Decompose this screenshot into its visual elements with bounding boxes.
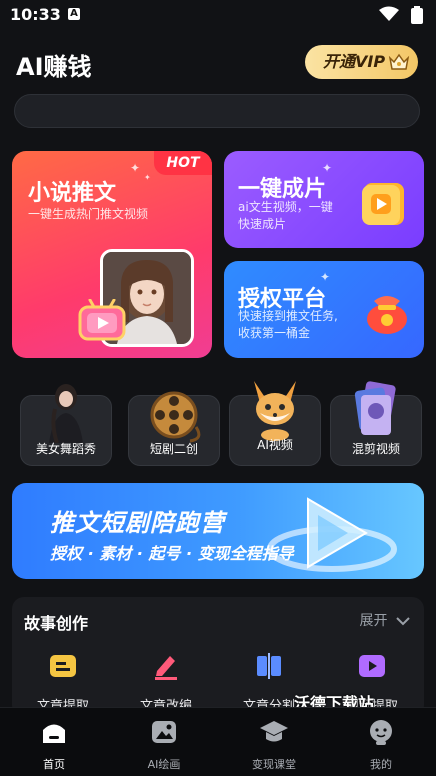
crown-icon	[388, 53, 410, 70]
novel-promo-card[interactable]: HOT ✦ ✦ 小说推文 一键生成热门推文视频	[12, 151, 212, 358]
tab-label: 变现课堂	[252, 758, 296, 771]
tab-monetize-class[interactable]: 变现课堂	[234, 718, 314, 772]
story-section-title: 故事创作	[24, 614, 89, 633]
subtitle-line: 快速接到推文任务,	[238, 309, 338, 323]
tab-label: 我的	[370, 758, 392, 771]
novel-card-title: 小说推文	[28, 181, 117, 206]
one-click-video-card[interactable]: ✦ 一键成片 ai文生视频，一键 快速成片	[224, 151, 424, 248]
subtitle-line: 快速成片	[238, 217, 287, 231]
wifi-icon	[379, 6, 399, 21]
banner-title: 推文短剧陪跑营	[50, 509, 225, 537]
tab-home[interactable]: 首页	[14, 718, 94, 772]
search-bar[interactable]	[14, 94, 420, 128]
home-icon	[43, 724, 65, 743]
article-extract-icon	[50, 655, 76, 677]
graduation-cap-icon	[260, 721, 288, 742]
auth-card-subtitle: 快速接到推文任务, 收获第一桶金	[238, 308, 338, 342]
tab-profile[interactable]: 我的	[341, 718, 421, 772]
tab-ai-painting[interactable]: AI绘画	[124, 718, 204, 772]
tile-drama-remix[interactable]: 短剧二创	[128, 391, 220, 466]
fox-mascot-icon	[254, 381, 296, 441]
tile-label: 混剪视频	[351, 442, 400, 456]
one-click-card-subtitle: ai文生视频，一键 快速成片	[238, 199, 333, 233]
dancer-image	[49, 384, 83, 443]
subtitle-line: 收获第一桶金	[238, 326, 311, 340]
tool-article-extract[interactable]: 文章提取	[13, 651, 113, 714]
hot-badge: HOT	[154, 151, 212, 175]
status-time: 10:33	[10, 5, 61, 24]
image-icon	[152, 721, 176, 743]
film-reel-icon	[150, 391, 201, 443]
photo-stack-icon	[354, 381, 396, 435]
split-icon	[257, 653, 281, 679]
tool-article-adapt[interactable]: 文章改编	[116, 651, 216, 714]
status-bar: 10:33 A	[0, 0, 436, 30]
subtitle-line: ai文生视频，一键	[238, 200, 333, 214]
pencil-edit-icon	[155, 656, 177, 680]
user-icon	[370, 720, 392, 745]
tile-mix-video[interactable]: 混剪视频	[330, 381, 422, 466]
notification-icon: A	[68, 8, 80, 20]
battery-icon	[411, 6, 423, 24]
vip-button[interactable]: 开通VIP	[305, 45, 418, 79]
banner-subtitle: 授权 · 素材 · 起号 · 变现全程指导	[50, 544, 294, 563]
tv-play-icon	[78, 299, 126, 341]
vip-button-label: 开通VIP	[323, 52, 386, 71]
film-play-icon	[362, 183, 404, 225]
novel-card-subtitle: 一键生成热门推文视频	[28, 207, 149, 221]
tile-ai-video[interactable]: AI视频	[229, 381, 321, 466]
sparkle-icon: ✦	[130, 161, 141, 175]
sparkle-icon: ✦	[144, 173, 151, 182]
bottom-tab-bar: 首页 AI绘画 变现课堂 我的	[0, 707, 436, 776]
tab-label: 首页	[43, 758, 65, 771]
app-title: AI赚钱	[16, 53, 92, 81]
video-play-icon	[359, 655, 385, 677]
tile-label: 短剧二创	[149, 442, 198, 456]
expand-button[interactable]: 展开	[360, 610, 410, 630]
chevron-down-icon	[396, 617, 410, 626]
training-camp-banner[interactable]: 推文短剧陪跑营 授权 · 素材 · 起号 · 变现全程指导	[12, 483, 424, 579]
lucky-bag-icon	[367, 296, 407, 334]
expand-label: 展开	[359, 613, 388, 629]
feature-tiles: 美女舞蹈秀 短剧二创 AI视频 混剪视频	[20, 381, 422, 467]
tile-label: 美女舞蹈秀	[35, 442, 96, 456]
play-3d-icon	[267, 497, 397, 572]
auth-platform-card[interactable]: ✦ 授权平台 快速接到推文任务, 收获第一桶金	[224, 261, 424, 358]
search-input[interactable]	[15, 95, 419, 127]
tab-label: AI绘画	[147, 758, 181, 771]
tile-dance-show[interactable]: 美女舞蹈秀	[20, 384, 112, 466]
tile-label: AI视频	[257, 438, 293, 452]
